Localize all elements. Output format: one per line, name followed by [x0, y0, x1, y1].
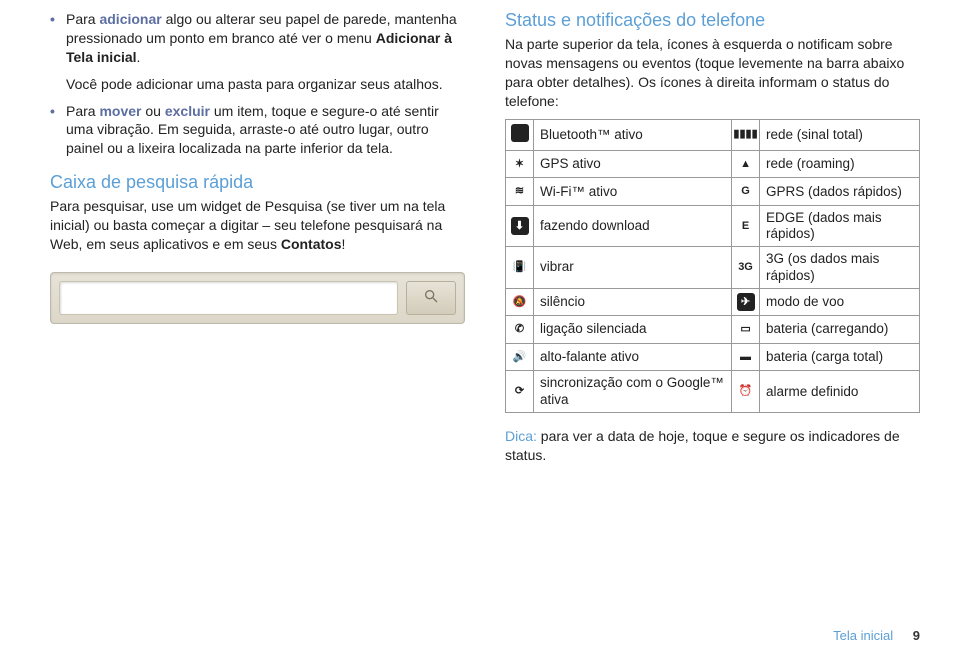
- table-row: ⬇fazendo downloadEEDGE (dados mais rápid…: [506, 205, 920, 246]
- status-label-right: bateria (carregando): [760, 316, 920, 344]
- status-label-left: Bluetooth™ ativo: [534, 119, 732, 150]
- footer-section: Tela inicial: [833, 628, 893, 643]
- bullet-add-sub: Você pode adicionar uma pasta para organ…: [66, 75, 465, 94]
- tip: Dica: para ver a data de hoje, toque e s…: [505, 427, 920, 465]
- table-row: 🔕silêncio✈modo de voo: [506, 288, 920, 316]
- silence-icon: 🔕: [506, 288, 534, 316]
- airplane-icon: ✈: [732, 288, 760, 316]
- status-label-right: EDGE (dados mais rápidos): [760, 205, 920, 246]
- gprs-icon: G: [732, 178, 760, 206]
- status-intro: Na parte superior da tela, ícones à esqu…: [505, 35, 920, 111]
- gps-icon: ✶: [506, 150, 534, 178]
- download-icon: ⬇: [506, 205, 534, 246]
- instruction-list: Para adicionar algo ou alterar seu papel…: [50, 10, 465, 158]
- status-label-left: vibrar: [534, 247, 732, 288]
- status-label-right: GPRS (dados rápidos): [760, 178, 920, 206]
- status-label-left: Wi-Fi™ ativo: [534, 178, 732, 206]
- table-row: ≋Wi-Fi™ ativoGGPRS (dados rápidos): [506, 178, 920, 206]
- status-label-left: sincronização com o Google™ ativa: [534, 371, 732, 412]
- quick-search-heading: Caixa de pesquisa rápida: [50, 172, 465, 193]
- status-label-right: alarme definido: [760, 371, 920, 412]
- status-icons-table: Bluetooth™ ativo▮▮▮▮rede (sinal total)✶G…: [505, 119, 920, 413]
- status-label-left: GPS ativo: [534, 150, 732, 178]
- status-label-left: ligação silenciada: [534, 316, 732, 344]
- status-label-right: rede (sinal total): [760, 119, 920, 150]
- wifi-icon: ≋: [506, 178, 534, 206]
- bluetooth-icon: [506, 119, 534, 150]
- bullet-add: Para adicionar algo ou alterar seu papel…: [50, 10, 465, 94]
- search-button[interactable]: [406, 281, 456, 315]
- search-widget: [50, 272, 465, 324]
- table-row: Bluetooth™ ativo▮▮▮▮rede (sinal total): [506, 119, 920, 150]
- table-row: ⟳sincronização com o Google™ ativa⏰alarm…: [506, 371, 920, 412]
- page-footer: Tela inicial 9: [833, 628, 920, 643]
- alarm-icon: ⏰: [732, 371, 760, 412]
- bullet-move: Para mover ou excluir um item, toque e s…: [50, 102, 465, 159]
- battery-full-icon: ▬: [732, 343, 760, 371]
- status-label-left: alto-falante ativo: [534, 343, 732, 371]
- speaker-icon: 🔊: [506, 343, 534, 371]
- status-label-left: fazendo download: [534, 205, 732, 246]
- battery-charging-icon: ▭: [732, 316, 760, 344]
- table-row: ✶GPS ativo▲rede (roaming): [506, 150, 920, 178]
- quick-search-paragraph: Para pesquisar, use um widget de Pesquis…: [50, 197, 465, 254]
- status-label-right: rede (roaming): [760, 150, 920, 178]
- table-row: ✆ligação silenciada▭bateria (carregando): [506, 316, 920, 344]
- vibrate-icon: 📳: [506, 247, 534, 288]
- table-row: 🔊alto-falante ativo▬bateria (carga total…: [506, 343, 920, 371]
- signal-full-icon: ▮▮▮▮: [732, 119, 760, 150]
- roaming-icon: ▲: [732, 150, 760, 178]
- sync-icon: ⟳: [506, 371, 534, 412]
- status-label-right: modo de voo: [760, 288, 920, 316]
- status-label-right: bateria (carga total): [760, 343, 920, 371]
- status-label-left: silêncio: [534, 288, 732, 316]
- footer-page-number: 9: [913, 628, 920, 643]
- status-label-right: 3G (os dados mais rápidos): [760, 247, 920, 288]
- search-icon: [423, 288, 439, 307]
- search-input[interactable]: [59, 281, 398, 315]
- table-row: 📳vibrar3G3G (os dados mais rápidos): [506, 247, 920, 288]
- muted-call-icon: ✆: [506, 316, 534, 344]
- edge-icon: E: [732, 205, 760, 246]
- status-heading: Status e notificações do telefone: [505, 10, 920, 31]
- threeg-icon: 3G: [732, 247, 760, 288]
